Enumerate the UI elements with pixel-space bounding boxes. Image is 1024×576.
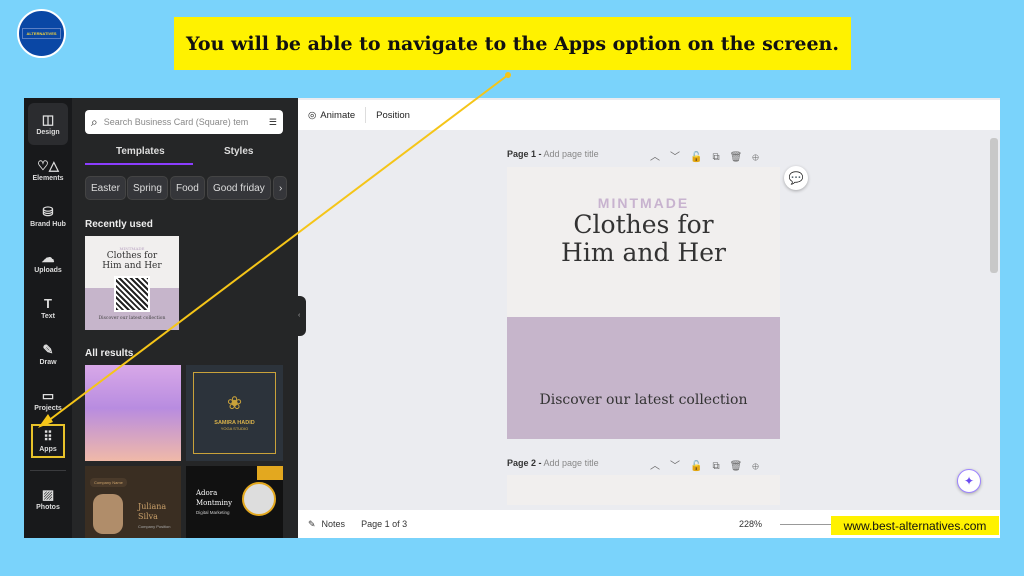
annotation-arrow (38, 72, 511, 428)
